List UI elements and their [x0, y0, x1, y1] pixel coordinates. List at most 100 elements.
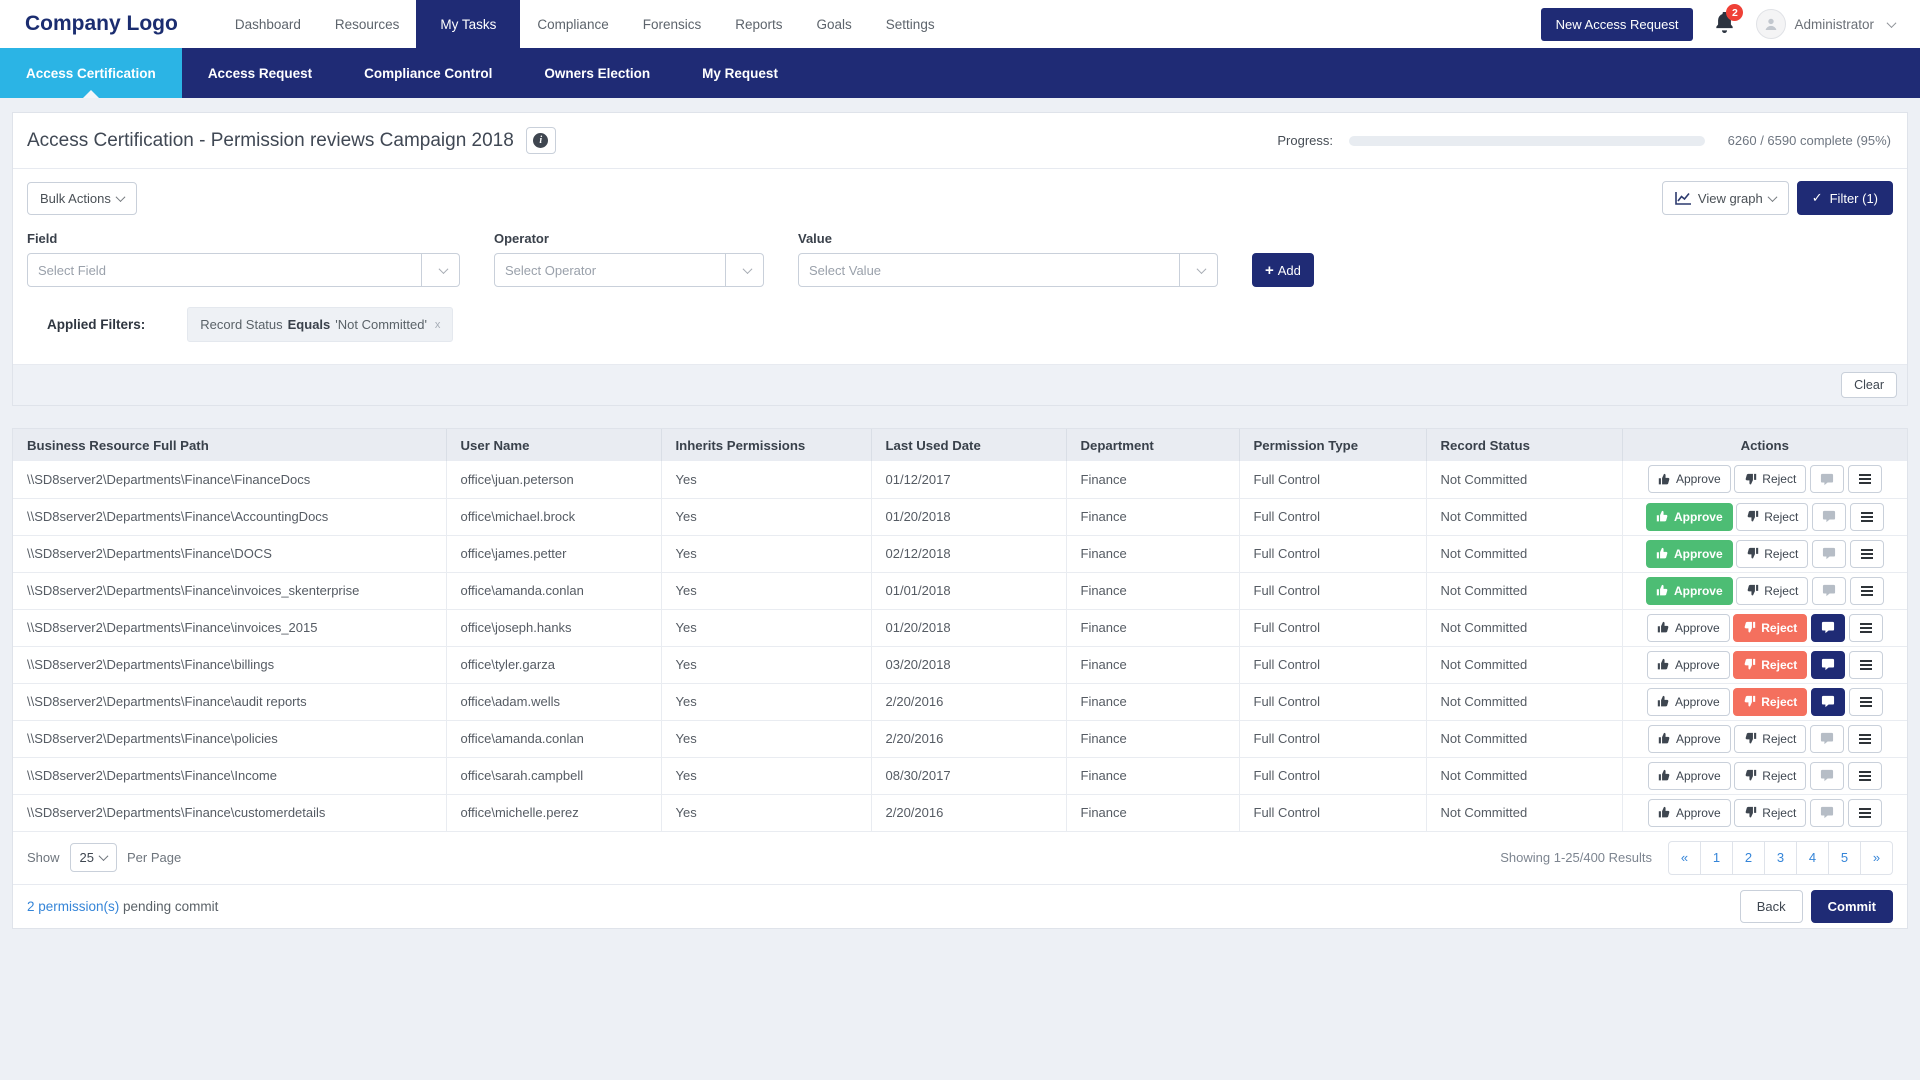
tab-owners-election[interactable]: Owners Election: [518, 48, 676, 98]
reject-button[interactable]: Reject: [1733, 614, 1807, 642]
row-menu-button[interactable]: [1850, 577, 1884, 605]
comment-button[interactable]: [1810, 799, 1844, 827]
view-graph-button[interactable]: View graph: [1662, 181, 1789, 215]
row-menu-button[interactable]: [1849, 688, 1883, 716]
field-select[interactable]: Select Field: [27, 253, 460, 287]
table-row: \\SD8server2\Departments\Finance\Account…: [13, 498, 1907, 535]
comment-button[interactable]: [1810, 465, 1844, 493]
col-header-inherits[interactable]: Inherits Permissions: [661, 429, 871, 461]
reject-button[interactable]: Reject: [1736, 577, 1808, 605]
nav-item-reports[interactable]: Reports: [718, 0, 799, 48]
nav-item-resources[interactable]: Resources: [318, 0, 417, 48]
pagination: « 1 2 3 4 5 »: [1668, 841, 1893, 875]
company-logo[interactable]: Company Logo: [0, 0, 218, 48]
nav-item-forensics[interactable]: Forensics: [626, 0, 719, 48]
row-menu-button[interactable]: [1848, 465, 1882, 493]
cell-path: \\SD8server2\Departments\Finance\Finance…: [27, 472, 310, 487]
reject-button[interactable]: Reject: [1733, 688, 1807, 716]
filter-button[interactable]: ✓Filter (1): [1797, 181, 1893, 215]
col-header-user[interactable]: User Name: [446, 429, 661, 461]
value-select[interactable]: Select Value: [798, 253, 1218, 287]
col-header-last-used[interactable]: Last Used Date: [871, 429, 1066, 461]
approve-button[interactable]: Approve: [1647, 614, 1730, 642]
reject-button[interactable]: Reject: [1734, 465, 1806, 493]
page-next-button[interactable]: »: [1860, 841, 1893, 875]
pending-permissions-link[interactable]: 2 permission(s): [27, 899, 119, 914]
cell-permission-type: Full Control: [1254, 620, 1320, 635]
nav-item-goals[interactable]: Goals: [800, 0, 869, 48]
cell-inherits: Yes: [676, 657, 697, 672]
row-menu-button[interactable]: [1849, 651, 1883, 679]
approve-button[interactable]: Approve: [1648, 725, 1731, 753]
clear-filters-button[interactable]: Clear: [1841, 372, 1897, 398]
new-access-request-button[interactable]: New Access Request: [1541, 8, 1694, 41]
per-page-select[interactable]: 25: [70, 843, 117, 872]
nav-item-dashboard[interactable]: Dashboard: [218, 0, 318, 48]
comment-button[interactable]: [1810, 725, 1844, 753]
comment-button[interactable]: [1811, 688, 1845, 716]
thumbs-down-icon: [1746, 510, 1759, 523]
page-prev-button[interactable]: «: [1668, 841, 1701, 875]
reject-button[interactable]: Reject: [1734, 799, 1806, 827]
notifications-button[interactable]: 2: [1715, 12, 1734, 36]
operator-select[interactable]: Select Operator: [494, 253, 764, 287]
row-menu-button[interactable]: [1850, 503, 1884, 531]
comment-button[interactable]: [1812, 503, 1846, 531]
comment-button[interactable]: [1811, 614, 1845, 642]
col-header-record-status[interactable]: Record Status: [1426, 429, 1622, 461]
reject-button[interactable]: Reject: [1734, 725, 1806, 753]
bulk-actions-button[interactable]: Bulk Actions: [27, 182, 137, 215]
approve-button[interactable]: Approve: [1647, 651, 1730, 679]
page-3-button[interactable]: 3: [1764, 841, 1797, 875]
page-1-button[interactable]: 1: [1700, 841, 1733, 875]
row-menu-button[interactable]: [1848, 762, 1882, 790]
row-menu-button[interactable]: [1848, 799, 1882, 827]
approve-button[interactable]: Approve: [1646, 577, 1733, 605]
row-menu-button[interactable]: [1849, 614, 1883, 642]
chip-value: 'Not Committed': [335, 317, 427, 332]
reject-label: Reject: [1761, 658, 1797, 672]
page-5-button[interactable]: 5: [1828, 841, 1861, 875]
col-header-permission-type[interactable]: Permission Type: [1239, 429, 1426, 461]
cell-last-used: 02/12/2018: [886, 546, 951, 561]
page-2-button[interactable]: 2: [1732, 841, 1765, 875]
approve-button[interactable]: Approve: [1646, 503, 1733, 531]
info-button[interactable]: i: [526, 127, 556, 154]
user-menu[interactable]: Administrator: [1756, 9, 1895, 39]
commit-button[interactable]: Commit: [1811, 890, 1893, 923]
cell-user: office\adam.wells: [461, 694, 560, 709]
back-button[interactable]: Back: [1740, 890, 1803, 923]
nav-item-settings[interactable]: Settings: [869, 0, 952, 48]
col-header-path[interactable]: Business Resource Full Path: [13, 429, 446, 461]
reject-button[interactable]: Reject: [1733, 651, 1807, 679]
reject-button[interactable]: Reject: [1736, 503, 1808, 531]
comment-icon: [1822, 584, 1836, 597]
remove-filter-icon[interactable]: x: [435, 319, 441, 331]
approve-button[interactable]: Approve: [1648, 465, 1731, 493]
comment-button[interactable]: [1812, 577, 1846, 605]
approve-label: Approve: [1674, 510, 1723, 524]
reject-button[interactable]: Reject: [1736, 540, 1808, 568]
col-header-department[interactable]: Department: [1066, 429, 1239, 461]
approve-button[interactable]: Approve: [1648, 762, 1731, 790]
cell-user: office\james.petter: [461, 546, 567, 561]
page-4-button[interactable]: 4: [1796, 841, 1829, 875]
add-filter-button[interactable]: +Add: [1252, 253, 1314, 287]
comment-button[interactable]: [1812, 540, 1846, 568]
tab-compliance-control[interactable]: Compliance Control: [338, 48, 518, 98]
nav-item-my-tasks[interactable]: My Tasks: [416, 0, 520, 48]
tab-my-request[interactable]: My Request: [676, 48, 804, 98]
thumbs-down-icon: [1744, 769, 1757, 782]
tab-access-certification[interactable]: Access Certification: [0, 48, 182, 98]
approve-button[interactable]: Approve: [1647, 688, 1730, 716]
approve-button[interactable]: Approve: [1646, 540, 1733, 568]
nav-item-compliance[interactable]: Compliance: [520, 0, 625, 48]
reject-button[interactable]: Reject: [1734, 762, 1806, 790]
approve-button[interactable]: Approve: [1648, 799, 1731, 827]
comment-button[interactable]: [1811, 651, 1845, 679]
tab-access-request[interactable]: Access Request: [182, 48, 338, 98]
row-menu-button[interactable]: [1850, 540, 1884, 568]
comment-button[interactable]: [1810, 762, 1844, 790]
hamburger-icon: [1861, 586, 1873, 596]
row-menu-button[interactable]: [1848, 725, 1882, 753]
